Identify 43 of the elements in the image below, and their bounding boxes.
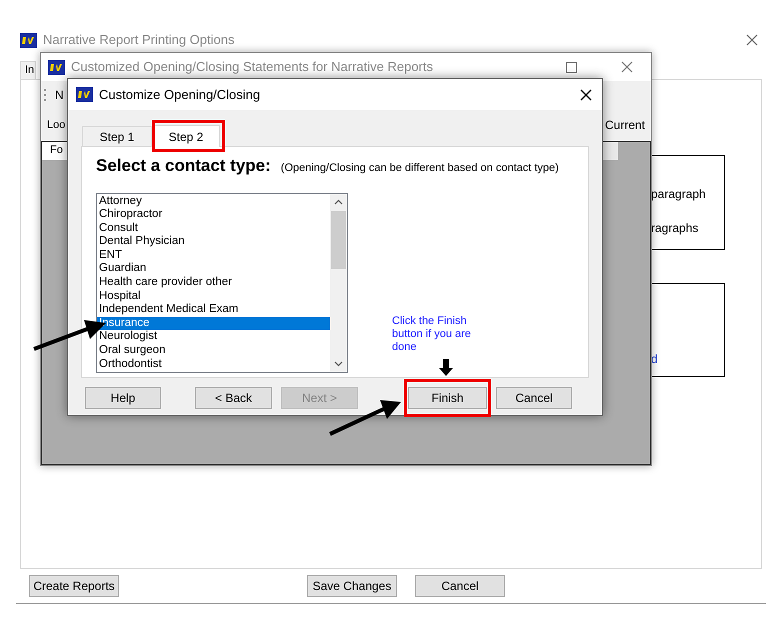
dialog-button[interactable]: Finish bbox=[408, 387, 487, 409]
list-item[interactable]: Chiropractor bbox=[97, 208, 330, 222]
dialog-button[interactable]: Cancel bbox=[415, 575, 505, 597]
list-item[interactable]: Oral surgeon bbox=[97, 344, 330, 358]
app-logo-icon bbox=[76, 87, 93, 102]
list-item[interactable]: Consult bbox=[97, 222, 330, 236]
maximize-icon[interactable] bbox=[566, 62, 577, 72]
list-item[interactable]: Orthodontist bbox=[97, 358, 330, 372]
down-arrow-icon bbox=[439, 359, 453, 376]
list-item[interactable]: Attorney bbox=[97, 194, 330, 208]
note-text: (Opening/Closing can be different based on contact type) bbox=[280, 161, 559, 176]
close-icon[interactable] bbox=[580, 88, 592, 100]
toolbar-button[interactable]: N bbox=[55, 86, 64, 104]
tab[interactable]: In bbox=[20, 61, 36, 79]
list-item[interactable]: Health care provider other bbox=[97, 276, 330, 290]
dialog-button[interactable]: Create Reports bbox=[29, 575, 119, 597]
section-heading: Select a contact type: bbox=[96, 155, 271, 177]
list-item[interactable]: ENT bbox=[97, 248, 330, 262]
field-label: Current bbox=[604, 117, 645, 134]
tab[interactable]: Fo bbox=[42, 142, 68, 160]
dialog-button[interactable]: Help bbox=[85, 387, 161, 409]
list-item[interactable]: Dental Physician bbox=[97, 235, 330, 249]
list-item[interactable]: Guardian bbox=[97, 262, 330, 276]
option-label: ragraphs bbox=[651, 220, 700, 237]
option-label: paragraph bbox=[651, 186, 707, 203]
window-title: Customized Opening/Closing Statements for Narrative Reports bbox=[71, 58, 434, 76]
list-item[interactable]: Neurologist bbox=[97, 330, 330, 344]
dialog-button[interactable]: Cancel bbox=[496, 387, 572, 409]
app-logo-icon bbox=[48, 60, 65, 74]
field-label: Loo bbox=[47, 118, 66, 133]
tab[interactable]: Step 2 bbox=[152, 125, 220, 147]
app-logo-icon bbox=[20, 32, 37, 48]
list-item[interactable]: Independent Medical Exam bbox=[97, 303, 330, 317]
tab[interactable]: Step 1 bbox=[82, 126, 152, 146]
scrollbar-thumb[interactable] bbox=[331, 210, 346, 268]
list-item[interactable]: Hospital bbox=[97, 290, 330, 304]
window-title: Customize Opening/Closing bbox=[99, 86, 262, 104]
window-title: Narrative Report Printing Options bbox=[43, 31, 236, 50]
scrollbar[interactable] bbox=[330, 194, 347, 372]
dialog-button[interactable]: < Back bbox=[195, 387, 272, 409]
toolbar-grip-icon bbox=[44, 88, 47, 102]
dialog-button[interactable]: Save Changes bbox=[307, 575, 397, 597]
hint-text: Click the Finish button if you are done bbox=[392, 314, 472, 354]
